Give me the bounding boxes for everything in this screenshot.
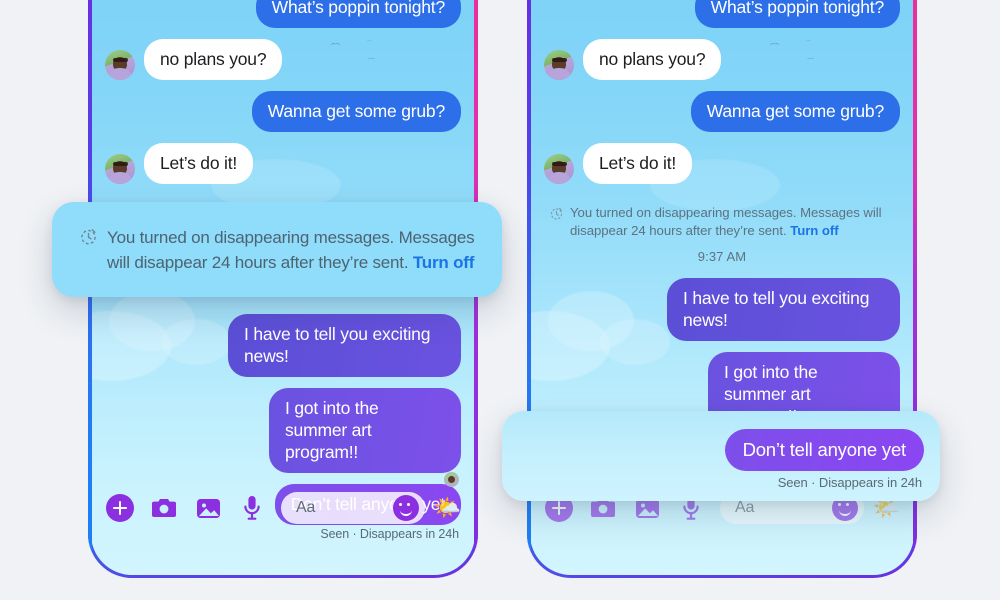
notification-line-2: will disappear 24 hours after they’re se… (107, 253, 409, 272)
message-row[interactable]: Wanna get some grub? (544, 91, 900, 132)
add-plus-icon[interactable] (105, 493, 135, 523)
message-row[interactable]: Let’s do it! (105, 143, 461, 184)
turn-off-link[interactable]: Turn off (413, 253, 475, 272)
message-timestamp: 9:37 AM (697, 249, 747, 264)
message-row[interactable]: I got into the summer art program!! (105, 388, 461, 473)
message-bubble[interactable]: Wanna get some grub? (690, 91, 900, 132)
message-input-placeholder: Aa (296, 499, 316, 516)
message-input-placeholder: Aa (735, 499, 755, 516)
composer-toolbar-left[interactable]: Aa 🌤️ (91, 487, 475, 529)
delivery-avatar (444, 472, 459, 487)
camera-icon[interactable] (149, 493, 179, 523)
disappearing-messages-notification-card: You turned on disappearing messages. Mes… (52, 202, 502, 297)
message-bubble-highlighted[interactable]: Don’t tell anyone yet (724, 429, 924, 471)
message-bubble[interactable]: no plans you? (583, 39, 722, 80)
message-bubble[interactable]: What’s poppin tonight? (694, 0, 900, 28)
message-bubble[interactable]: no plans you? (144, 39, 283, 80)
message-row[interactable]: I have to tell you exciting news! (544, 278, 900, 341)
message-bubble[interactable]: Let’s do it! (583, 143, 693, 184)
seen-status: Seen · Disappears in 24h (320, 527, 459, 541)
gallery-icon[interactable] (193, 493, 223, 523)
message-row[interactable]: Wanna get some grub? (105, 91, 461, 132)
message-bubble[interactable]: Wanna get some grub? (251, 91, 461, 132)
seen-status: Seen · Disappears in 24h (777, 475, 922, 490)
message-row[interactable]: I have to tell you exciting news! (105, 314, 461, 377)
message-bubble[interactable]: I got into the summer art program!! (269, 388, 461, 473)
message-row[interactable]: no plans you? (544, 39, 900, 80)
avatar (544, 50, 574, 80)
message-row[interactable]: Let’s do it! (544, 143, 900, 184)
microphone-icon[interactable] (237, 493, 267, 523)
avatar (105, 50, 135, 80)
message-bubble[interactable]: Let’s do it! (144, 143, 254, 184)
message-bubble[interactable]: I have to tell you exciting news! (667, 278, 900, 341)
turn-off-link[interactable]: Turn off (790, 223, 838, 238)
message-row[interactable]: What’s poppin tonight? (105, 0, 461, 28)
smiley-icon[interactable] (392, 495, 419, 521)
notice-text: You turned on disappearing messages. Mes… (570, 204, 882, 240)
notification-text: You turned on disappearing messages. Mes… (107, 225, 476, 275)
disappearing-messages-notice: You turned on disappearing messages. Mes… (544, 202, 900, 240)
weather-sticker-icon[interactable]: 🌤️ (434, 497, 461, 519)
avatar (105, 154, 135, 184)
avatar (544, 154, 574, 184)
screenshot-stage: What’s poppin tonight? no plans you? Wan… (0, 0, 1000, 600)
message-row[interactable]: no plans you? (105, 39, 461, 80)
highlighted-message-card: Don’t tell anyone yet Seen · Disappears … (502, 411, 940, 501)
message-row[interactable]: What’s poppin tonight? (544, 0, 900, 28)
timer-icon (80, 228, 97, 250)
message-input[interactable]: Aa (281, 492, 425, 524)
message-list-right[interactable]: What’s poppin tonight? no plans you? Wan… (530, 0, 914, 448)
notice-line-1: You turned on disappearing messages. Mes… (570, 205, 860, 220)
notification-line-1: You turned on disappearing messages. Mes… (107, 228, 475, 247)
timer-icon (550, 207, 563, 225)
message-bubble[interactable]: What’s poppin tonight? (255, 0, 461, 28)
message-bubble[interactable]: I have to tell you exciting news! (228, 314, 461, 377)
